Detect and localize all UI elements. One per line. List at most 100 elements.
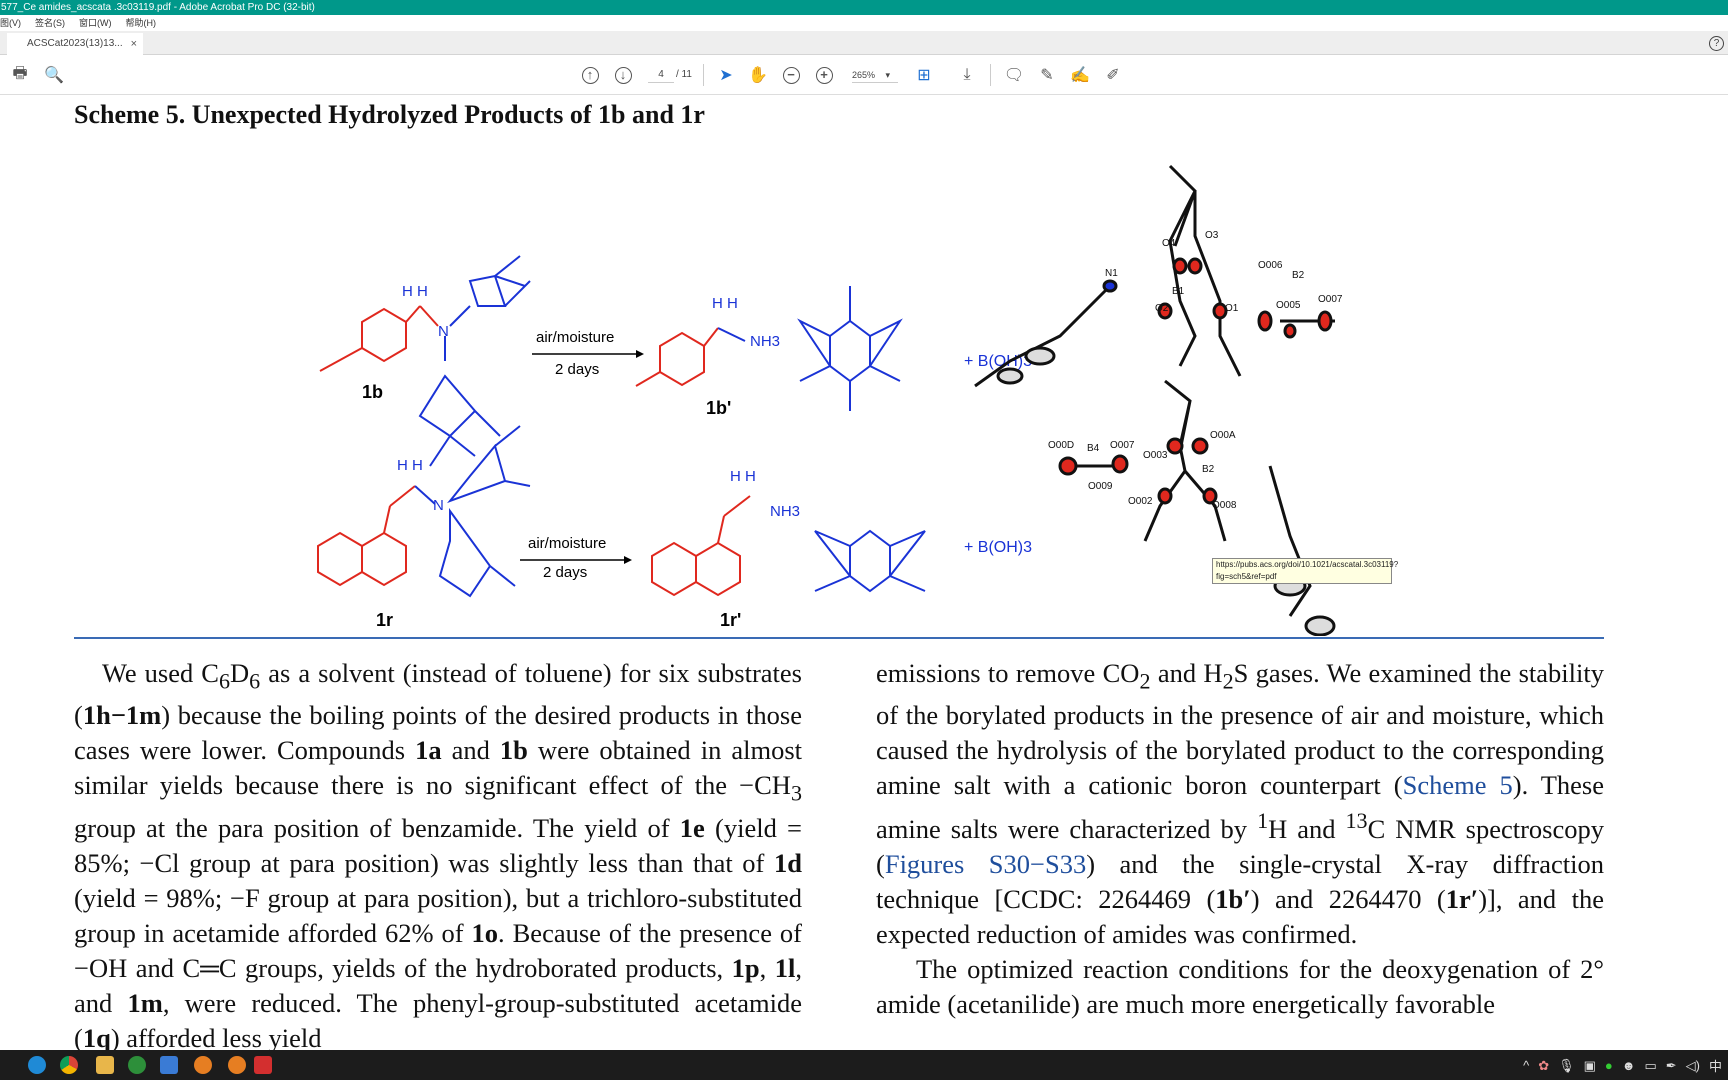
atom-NH3: NH3 xyxy=(770,503,800,520)
boric-acid: + B(OH)3 xyxy=(964,539,1032,556)
fit-page-icon[interactable]: ⊞ xyxy=(914,65,934,85)
firefox-icon[interactable] xyxy=(228,1056,246,1074)
highlight-icon[interactable]: ✎ xyxy=(1037,65,1057,85)
screen-icon[interactable]: ▣ xyxy=(1584,1058,1596,1074)
svg-text:O008: O008 xyxy=(1212,500,1237,511)
svg-text:O2: O2 xyxy=(1155,303,1169,314)
label-1r: 1r xyxy=(376,610,393,630)
edge-icon[interactable] xyxy=(28,1056,46,1074)
prev-page-button[interactable]: ↑ xyxy=(580,65,600,85)
divider xyxy=(703,64,704,86)
network-icon[interactable]: ▭ xyxy=(1644,1058,1656,1074)
svg-text:O00D: O00D xyxy=(1048,440,1074,451)
calculator-icon[interactable] xyxy=(160,1056,178,1074)
atom-H: H H xyxy=(730,468,756,485)
close-tab-icon[interactable]: × xyxy=(131,33,137,55)
svg-text:B4: B4 xyxy=(1087,443,1100,454)
svg-text:O007: O007 xyxy=(1318,294,1343,305)
svg-text:O1: O1 xyxy=(1225,303,1239,314)
taskbar: ^ ✿ 🎙 ▣ ● ☻ ▭ ✒ ◁) 中 xyxy=(0,1050,1728,1080)
atom-NH3: NH3 xyxy=(750,333,780,350)
select-tool-icon[interactable]: ➤ xyxy=(716,65,736,85)
atom-H: H H xyxy=(402,283,428,300)
next-page-button[interactable]: ↓ xyxy=(613,65,633,85)
firefox-icon[interactable] xyxy=(194,1056,212,1074)
system-tray: ^ ✿ 🎙 ▣ ● ☻ ▭ ✒ ◁) 中 xyxy=(1523,1056,1722,1075)
sign-icon[interactable]: ✍ xyxy=(1070,65,1090,85)
svg-text:O007: O007 xyxy=(1110,440,1135,451)
window-title: 577_Ce amides_acscata .3c03119.pdf - Ado… xyxy=(0,0,1728,15)
document-tab[interactable]: ACSCat2023(13)13... × xyxy=(7,33,143,55)
zoom-in-button[interactable]: + xyxy=(814,65,834,85)
atom-N: N xyxy=(438,323,449,340)
search-icon[interactable]: 🔍 xyxy=(44,65,64,85)
svg-text:O3: O3 xyxy=(1205,230,1219,241)
crystal1-labels: N1 O4 O3 B1 O2 O1 O006 B2 O005 O007 xyxy=(1105,230,1343,314)
arrow-condition-top: air/moisture xyxy=(536,329,614,346)
edit-pdf-icon[interactable]: ✐ xyxy=(1103,65,1123,85)
menu-window[interactable]: 窗口(W) xyxy=(79,15,112,31)
microphone-icon[interactable]: 🎙 xyxy=(1558,1058,1575,1074)
body-column-right: emissions to remove CO2 and H2S gases. W… xyxy=(876,656,1604,1022)
ime-indicator[interactable]: 中 xyxy=(1709,1056,1722,1075)
svg-text:B2: B2 xyxy=(1202,464,1215,475)
pen-icon[interactable]: ✒ xyxy=(1666,1058,1677,1074)
print-icon[interactable]: 🖶 xyxy=(10,65,30,85)
scheme-divider xyxy=(74,637,1604,639)
svg-text:O002: O002 xyxy=(1128,496,1153,507)
scroll-mode-icon[interactable]: ⤓ xyxy=(957,65,977,85)
tab-bar: ACSCat2023(13)13... × ? xyxy=(0,31,1728,55)
app-tray-icon[interactable]: ✿ xyxy=(1538,1058,1549,1074)
svg-text:N1: N1 xyxy=(1105,268,1118,279)
chrome-icon[interactable] xyxy=(60,1056,78,1074)
acrobat-icon[interactable] xyxy=(254,1056,272,1074)
scheme-title: Scheme 5. Unexpected Hydrolyzed Products… xyxy=(74,100,705,129)
menu-view[interactable]: 图(V) xyxy=(0,15,21,31)
menu-bar: 图(V) 签名(S) 窗口(W) 帮助(H) xyxy=(0,15,1728,31)
help-icon[interactable]: ? xyxy=(1709,36,1724,51)
page-number-input[interactable]: 4 xyxy=(648,67,674,83)
svg-text:O003: O003 xyxy=(1143,450,1168,461)
pdf-page[interactable]: Scheme 5. Unexpected Hydrolyzed Products… xyxy=(0,96,1728,1053)
chevron-up-icon[interactable]: ^ xyxy=(1523,1058,1529,1073)
zoom-out-button[interactable]: − xyxy=(781,65,801,85)
body-column-left: We used C6D6 as a solvent (instead of to… xyxy=(74,656,802,1056)
arrow-head xyxy=(636,350,644,358)
page-total: / 11 xyxy=(676,69,692,80)
arrow-condition-bottom: 2 days xyxy=(555,361,599,378)
zoom-value: 265% xyxy=(852,70,876,80)
arrow-head xyxy=(624,556,632,564)
arrow-condition-bottom: 2 days xyxy=(543,564,587,581)
volume-icon[interactable]: ◁) xyxy=(1686,1058,1700,1074)
minus-icon: − xyxy=(782,66,800,84)
divider xyxy=(990,64,991,86)
svg-text:O00A: O00A xyxy=(1210,430,1236,441)
arrow-up-icon: ↑ xyxy=(581,66,599,84)
crystal-structure-1r-prime xyxy=(1058,379,1336,636)
menu-help[interactable]: 帮助(H) xyxy=(126,15,157,31)
svg-text:B2: B2 xyxy=(1292,270,1305,281)
crystal-structure-1b-prime xyxy=(974,164,1335,388)
file-explorer-icon[interactable] xyxy=(96,1056,114,1074)
hand-tool-icon[interactable]: ✋ xyxy=(748,65,768,85)
comment-icon[interactable]: 🗨 xyxy=(1004,65,1024,85)
row2-reactant xyxy=(317,425,531,598)
svg-text:O006: O006 xyxy=(1258,260,1283,271)
paragraph: The optimized reaction conditions for th… xyxy=(876,954,1604,1020)
label-1b-prime: 1b' xyxy=(706,398,731,418)
link-tooltip: https://pubs.acs.org/doi/10.1021/acscata… xyxy=(1212,558,1398,584)
svg-text:B1: B1 xyxy=(1172,286,1185,297)
wechat-icon[interactable]: ● xyxy=(1605,1058,1613,1073)
scheme-figure: H H N 1b air/moisture 2 days H H NH3 1b'… xyxy=(317,164,1343,636)
chevron-down-icon: ▾ xyxy=(885,70,891,80)
zoom-level-select[interactable]: 265% ▾ xyxy=(852,67,898,83)
arrow-condition-top: air/moisture xyxy=(528,535,606,552)
label-1r-prime: 1r' xyxy=(720,610,741,630)
atom-H: H H xyxy=(397,457,423,474)
arrow-down-icon: ↓ xyxy=(614,66,632,84)
atom-H: H H xyxy=(712,295,738,312)
app-icon[interactable] xyxy=(128,1056,146,1074)
qq-icon[interactable]: ☻ xyxy=(1622,1058,1636,1073)
menu-sign[interactable]: 签名(S) xyxy=(35,15,65,31)
svg-text:O4: O4 xyxy=(1162,238,1176,249)
